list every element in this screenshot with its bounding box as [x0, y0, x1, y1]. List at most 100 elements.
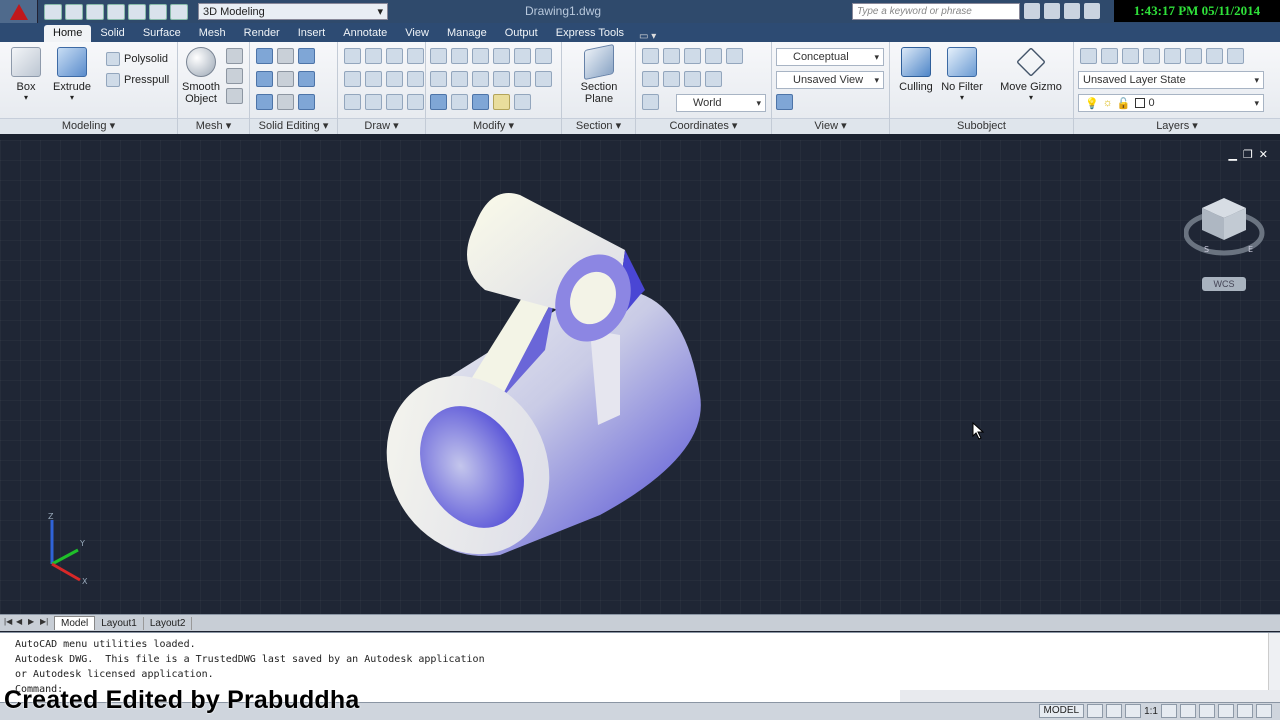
tools-icon[interactable] [1044, 3, 1060, 19]
array-icon[interactable] [472, 94, 489, 110]
layer-off-icon[interactable] [1122, 48, 1139, 64]
restore-icon[interactable]: ❐ [1243, 148, 1253, 161]
quick-view-drawings-icon[interactable] [1106, 704, 1123, 718]
next-tab-icon[interactable]: ▶ [28, 617, 38, 629]
mesh-refine-icon[interactable] [226, 88, 243, 104]
layer-freeze-icon[interactable] [1143, 48, 1160, 64]
offset-icon[interactable] [514, 94, 531, 110]
print-icon[interactable] [170, 3, 188, 20]
interfere-icon[interactable] [277, 71, 294, 87]
tab-solid[interactable]: Solid [91, 25, 133, 42]
tab-express-tools[interactable]: Express Tools [547, 25, 633, 42]
box-button[interactable]: Box ▾ [2, 47, 50, 102]
tab-layout1[interactable]: Layout1 [95, 616, 144, 630]
panel-title-mesh[interactable]: Mesh ▾ [178, 118, 249, 134]
close-icon[interactable]: ✕ [1259, 148, 1268, 161]
3d-rotate-icon[interactable] [451, 71, 468, 87]
current-layer-dropdown[interactable]: 💡 ☼ 🔓 0 [1078, 94, 1264, 112]
binoculars-icon[interactable] [1024, 3, 1040, 19]
layer-previous-icon[interactable] [1206, 48, 1223, 64]
no-filter-button[interactable]: No Filter ▾ [940, 47, 984, 102]
new-file-icon[interactable] [44, 3, 62, 20]
polysolid-button[interactable]: Polysolid [106, 52, 168, 66]
panel-title-coordinates[interactable]: Coordinates ▾ [636, 118, 771, 134]
panel-title-modeling[interactable]: Modeling ▾ [0, 118, 177, 134]
3d-align-icon[interactable] [451, 94, 468, 110]
extract-edges-icon[interactable] [298, 48, 315, 64]
tab-model[interactable]: Model [54, 616, 96, 630]
clean-screen-icon[interactable] [1256, 704, 1272, 718]
pline-icon[interactable] [365, 48, 382, 64]
tab-annotate[interactable]: Annotate [334, 25, 396, 42]
layer-walk-icon[interactable] [1227, 48, 1244, 64]
region-icon[interactable] [407, 94, 424, 110]
panel-title-draw[interactable]: Draw ▾ [338, 118, 425, 134]
tab-manage[interactable]: Manage [438, 25, 496, 42]
arc-icon[interactable] [386, 48, 403, 64]
ucs-dropdown[interactable]: World [676, 94, 766, 112]
tab-render[interactable]: Render [235, 25, 289, 42]
layer-properties-icon[interactable] [1080, 48, 1097, 64]
edit-icon[interactable] [493, 94, 510, 110]
isolate-objects-icon[interactable] [1237, 704, 1253, 718]
tab-layout2[interactable]: Layout2 [144, 616, 193, 630]
presspull-button[interactable]: Presspull [106, 73, 169, 87]
ellipse-icon[interactable] [386, 94, 403, 110]
polygon-icon[interactable] [344, 94, 361, 110]
line-icon[interactable] [344, 48, 361, 64]
separate-icon[interactable] [298, 94, 315, 110]
slice-icon[interactable] [277, 48, 294, 64]
layer-state-dropdown[interactable]: Unsaved Layer State [1078, 71, 1264, 89]
ucs-face-icon[interactable] [642, 71, 659, 87]
command-hscrollbar[interactable] [900, 690, 1280, 702]
tab-output[interactable]: Output [496, 25, 547, 42]
extrude-button[interactable]: Extrude ▾ [48, 47, 96, 102]
ucs-icon[interactable] [642, 48, 659, 64]
redo-icon[interactable] [149, 3, 167, 20]
ucs-y-icon[interactable] [705, 71, 722, 87]
save-as-icon[interactable] [107, 3, 125, 20]
last-tab-icon[interactable]: ▶| [40, 617, 50, 629]
chamfer-icon[interactable] [535, 48, 552, 64]
tab-surface[interactable]: Surface [134, 25, 190, 42]
polyline-icon[interactable] [344, 71, 361, 87]
xline-icon[interactable] [365, 71, 382, 87]
ucs-named-icon[interactable] [642, 94, 659, 110]
3d-move-icon[interactable] [451, 48, 468, 64]
spline-icon[interactable] [407, 48, 424, 64]
3d-solid-model[interactable] [380, 185, 720, 565]
application-menu-button[interactable] [0, 0, 38, 23]
model-space-toggle[interactable]: MODEL [1038, 704, 1085, 718]
toolbar-lock-icon[interactable] [1218, 704, 1234, 718]
panel-title-modify[interactable]: Modify ▾ [426, 118, 561, 134]
annotation-visibility-icon[interactable] [1161, 704, 1177, 718]
panel-title-solid-editing[interactable]: Solid Editing ▾ [250, 118, 337, 134]
move-icon[interactable] [472, 48, 489, 64]
ucs-x-icon[interactable] [726, 48, 743, 64]
mesh-smooth-less-icon[interactable] [226, 68, 243, 84]
help-icon[interactable] [1084, 3, 1100, 19]
3d-array-icon[interactable] [430, 94, 447, 110]
minimize-icon[interactable]: ▁ [1228, 148, 1236, 161]
annotation-scale-icon[interactable] [1125, 704, 1142, 718]
save-icon[interactable] [86, 3, 104, 20]
circle-icon[interactable] [386, 71, 403, 87]
visual-style-dropdown[interactable]: Conceptual [776, 48, 884, 66]
ribbon-toggle-icon[interactable]: ▭ ▾ [639, 31, 656, 42]
mesh-smooth-more-icon[interactable] [226, 48, 243, 64]
viewport-config-icon[interactable] [776, 94, 793, 110]
thicken-icon[interactable] [277, 94, 294, 110]
scale-icon[interactable] [430, 48, 447, 64]
panel-title-layers[interactable]: Layers ▾ [1074, 118, 1280, 134]
prev-tab-icon[interactable]: ◀ [16, 617, 26, 629]
extrude-faces-icon[interactable] [298, 71, 315, 87]
section-plane-button[interactable]: Section Plane [574, 43, 624, 105]
annotation-scale-value[interactable]: 1:1 [1144, 706, 1158, 717]
quick-view-layouts-icon[interactable] [1087, 704, 1104, 718]
copy-icon[interactable] [493, 48, 510, 64]
intersect-icon[interactable] [256, 94, 273, 110]
viewcube[interactable]: S E [1184, 188, 1274, 268]
panel-title-subobject[interactable]: Subobject [890, 118, 1073, 134]
union-icon[interactable] [256, 48, 273, 64]
first-tab-icon[interactable]: |◀ [4, 617, 14, 629]
